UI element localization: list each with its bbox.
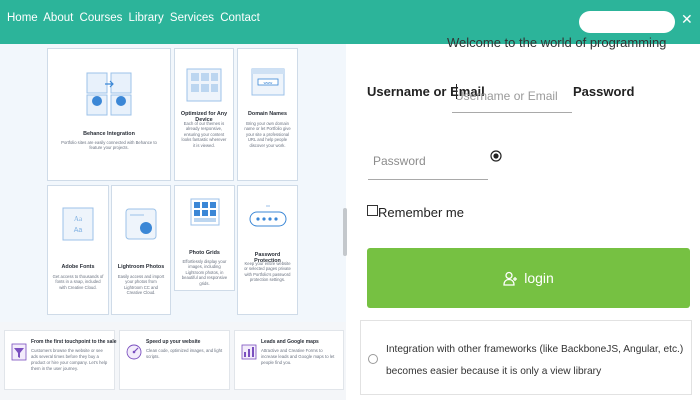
- card-desc: Bring your own domain name or let Portfo…: [244, 121, 291, 148]
- behance-sync-icon: [86, 72, 132, 116]
- nav-link-services[interactable]: Services: [170, 12, 214, 24]
- card-desc: Keep your entire website or selected pag…: [244, 261, 291, 283]
- card-desc: Easily access and import your photos fro…: [117, 274, 165, 296]
- remember-me-checkbox[interactable]: [367, 205, 378, 216]
- password-input[interactable]: [368, 142, 488, 180]
- option-text[interactable]: Integration with other frameworks (like …: [386, 339, 686, 383]
- left-panel-scrollbar[interactable]: [343, 208, 347, 256]
- lightroom-icon: [125, 208, 157, 240]
- card-desc: Portfolio sites are easily connected wit…: [61, 140, 157, 151]
- feature-card-fonts: Aa Aa Adobe Fonts Get access to thousand…: [47, 185, 109, 315]
- feature-card-behance: Behance Integration Portfolio sites are …: [47, 48, 171, 181]
- login-button-content: login: [367, 270, 690, 286]
- nav-link-contact[interactable]: Contact: [220, 12, 260, 24]
- card-title: Lightroom Photos: [117, 264, 165, 270]
- close-icon[interactable]: ✕: [681, 12, 693, 28]
- feature-title: Leads and Google maps: [261, 339, 319, 345]
- feature-card-password: Password Protection Keep your entire web…: [237, 185, 298, 315]
- nav-links: Home About Courses Library Services Cont…: [7, 12, 263, 24]
- remember-me-label[interactable]: Remember me: [378, 205, 464, 220]
- welcome-heading: Welcome to the world of programming: [447, 35, 667, 50]
- feature-card-photo-grids: Photo Grids Effortlessly display your im…: [174, 185, 235, 291]
- option-radio[interactable]: [368, 354, 378, 364]
- page-root: Home About Courses Library Services Cont…: [0, 0, 700, 400]
- username-input[interactable]: [452, 80, 572, 113]
- user-icon: [503, 271, 518, 286]
- svg-text:Aa: Aa: [74, 227, 83, 234]
- nav-link-home[interactable]: Home: [7, 12, 38, 24]
- feature-desc: Attractive and Creative Forms to increas…: [261, 348, 335, 365]
- card-title: Domain Names: [248, 111, 287, 117]
- nav-search-input[interactable]: [579, 11, 675, 33]
- nav-link-library[interactable]: Library: [129, 12, 164, 24]
- devices-icon: [186, 68, 222, 102]
- nav-link-courses[interactable]: Courses: [80, 12, 123, 24]
- feature-item-touchpoint: From the first touchpoint to the sale Cu…: [4, 330, 117, 390]
- domain-icon: www: [251, 68, 284, 96]
- photo-grid-icon: [190, 198, 219, 226]
- nav-link-about[interactable]: About: [43, 12, 73, 24]
- card-desc: Each of our themes is already responsive…: [181, 121, 227, 148]
- feature-title: Speed up your website: [146, 339, 201, 345]
- text-cursor: [456, 84, 457, 99]
- card-desc: Get access to thousands of fonts in a sn…: [52, 274, 104, 290]
- feature-title: From the first touchpoint to the sale: [31, 339, 117, 345]
- login-button[interactable]: login: [367, 248, 690, 308]
- password-label: Password: [573, 84, 635, 99]
- feature-card-lightroom: Lightroom Photos Easily access and impor…: [111, 185, 171, 315]
- svg-text:Aa: Aa: [74, 215, 83, 223]
- leads-icon: [241, 344, 257, 360]
- fonts-icon: Aa Aa: [62, 207, 94, 241]
- feature-item-leads: Leads and Google maps Attractive and Cre…: [234, 330, 344, 390]
- card-title: Behance Integration: [83, 131, 135, 137]
- funnel-icon: [11, 343, 27, 361]
- feature-card-domain: www Domain Names Bring your own domain n…: [237, 48, 298, 181]
- feature-card-devices: Optimized for Any Device Each of our the…: [174, 48, 234, 181]
- feature-desc: Customers browse the website or see ads …: [31, 348, 108, 371]
- password-icon: [249, 205, 286, 227]
- speed-icon: [126, 344, 142, 360]
- login-button-label: login: [524, 270, 554, 286]
- svg-text:www: www: [263, 80, 272, 85]
- card-desc: Effortlessly display your images, includ…: [181, 259, 228, 286]
- eye-icon[interactable]: [490, 150, 502, 162]
- feature-item-speed: Speed up your website Clean code, optimi…: [119, 330, 230, 390]
- feature-desc: Clean code, optimized images, and light …: [146, 348, 223, 359]
- card-title: Adobe Fonts: [61, 264, 95, 270]
- card-title: Photo Grids: [189, 250, 220, 256]
